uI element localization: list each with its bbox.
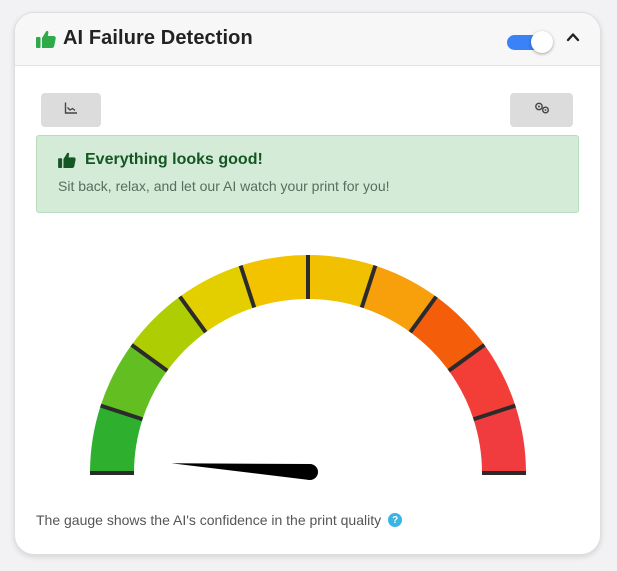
gauge-tick — [472, 403, 516, 422]
gauge-segment — [179, 265, 255, 333]
gauge-segment — [473, 405, 526, 473]
gauge-segment — [90, 405, 143, 473]
chevron-up-icon[interactable] — [563, 27, 583, 47]
alert-title: Everything looks good! — [85, 151, 263, 168]
stats-chart-button[interactable] — [41, 93, 101, 127]
gauge-segment — [100, 344, 168, 420]
thumbs-up-icon — [58, 152, 76, 168]
help-icon[interactable]: ? — [388, 513, 403, 527]
gauge-tick — [359, 265, 378, 309]
gauge-segment — [448, 344, 516, 420]
ai-detection-toggle[interactable] — [507, 31, 553, 53]
gauge-tick — [100, 403, 144, 422]
gears-icon — [534, 101, 550, 119]
gauge-needle — [171, 463, 311, 480]
status-alert: Everything looks good! Sit back, relax, … — [36, 135, 579, 213]
ai-failure-detection-card: AI Failure Detection Everything looks go… — [14, 12, 601, 555]
gauge-tick — [130, 343, 169, 373]
chart-icon — [64, 101, 78, 119]
gauge-footnote: The gauge shows the AI's confidence in t… — [36, 512, 403, 528]
footnote-text: The gauge shows the AI's confidence in t… — [36, 512, 382, 528]
gauge-tick — [178, 295, 208, 334]
gauge-segment — [308, 255, 376, 308]
settings-button[interactable] — [510, 93, 573, 127]
thumbs-up-icon — [36, 30, 56, 48]
toggle-knob — [531, 31, 553, 53]
gauge-tick — [238, 265, 257, 309]
card-header: AI Failure Detection — [15, 13, 600, 66]
gauge-segment — [410, 296, 485, 371]
alert-message: Sit back, relax, and let our AI watch yo… — [58, 178, 390, 194]
gauge-segment — [240, 255, 308, 308]
gauge-tick — [447, 343, 486, 373]
card-title: AI Failure Detection — [63, 27, 253, 49]
gauge-tick — [408, 295, 438, 334]
gauge-needle-hub — [302, 464, 318, 480]
gauge-segment — [131, 296, 206, 371]
gauge-segment — [361, 265, 437, 333]
